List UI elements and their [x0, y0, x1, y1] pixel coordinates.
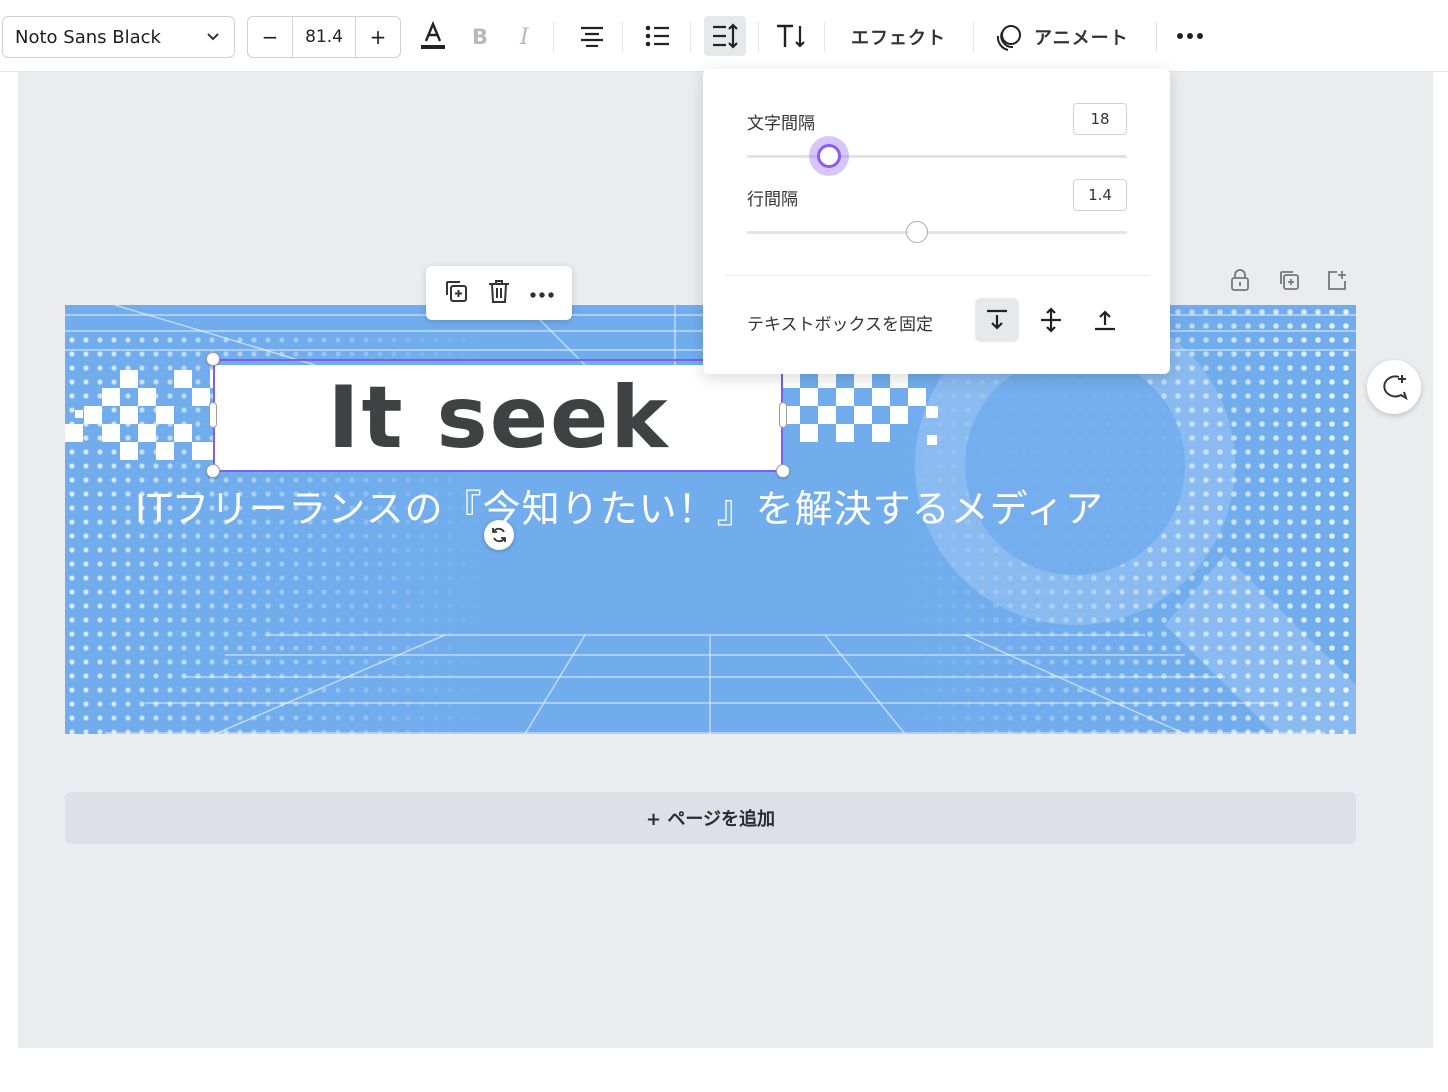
letter-spacing-label: 文字間隔: [747, 114, 815, 134]
font-size-input[interactable]: 81.4: [292, 17, 356, 57]
resize-handle-top-left[interactable]: [206, 352, 220, 366]
spacing-popover: 文字間隔 18 行間隔 1.4 テキストボックスを固定: [703, 69, 1170, 374]
rotate-handle[interactable]: [484, 520, 514, 550]
anchor-middle-icon: [1041, 307, 1061, 333]
font-family-value: Noto Sans Black: [15, 26, 161, 48]
add-page-tool-button[interactable]: [1323, 266, 1351, 294]
line-spacing-icon: [713, 23, 738, 49]
spacing-button[interactable]: [704, 16, 746, 56]
text-transform-button[interactable]: [772, 18, 808, 54]
letter-spacing-input[interactable]: 18: [1073, 103, 1127, 135]
duplicate-icon: [1280, 271, 1299, 290]
toolbar-divider: [1156, 22, 1157, 52]
letter-spacing-slider-handle[interactable]: [817, 144, 841, 168]
align-center-icon: [581, 26, 603, 47]
duplicate-icon: [446, 281, 467, 302]
toolbar-divider: [553, 22, 554, 52]
line-spacing-slider-track[interactable]: [747, 231, 1127, 234]
anchor-middle-button[interactable]: [1029, 298, 1073, 342]
font-size-increase-button[interactable]: +: [356, 17, 400, 57]
line-spacing-slider-handle[interactable]: [906, 221, 928, 243]
bold-button[interactable]: B: [462, 18, 498, 54]
element-more-button[interactable]: [529, 284, 555, 303]
chevron-down-icon: [207, 33, 219, 41]
editor-toolbar: Noto Sans Black − 81.4 + B I エフェクト アニメート: [0, 0, 1448, 72]
text-transform-icon: [777, 24, 805, 48]
rotate-icon: [492, 527, 506, 543]
resize-handle-bottom-left[interactable]: [206, 464, 220, 478]
anchor-top-icon: [987, 309, 1007, 330]
more-horizontal-icon: [1177, 33, 1203, 39]
svg-text:I: I: [519, 25, 530, 48]
toolbar-divider: [690, 22, 691, 52]
bold-icon: B: [472, 25, 488, 48]
duplicate-page-button[interactable]: [1275, 266, 1303, 294]
text-color-icon: [421, 21, 445, 49]
animate-label: アニメート: [1034, 28, 1129, 49]
font-size-control: − 81.4 +: [247, 16, 401, 58]
anchor-top-button[interactable]: [975, 298, 1019, 342]
line-spacing-label: 行間隔: [747, 190, 798, 210]
resize-handle-right[interactable]: [779, 402, 787, 428]
line-spacing-input[interactable]: 1.4: [1073, 179, 1127, 211]
toolbar-divider: [622, 22, 623, 52]
popover-divider: [725, 275, 1148, 276]
more-options-button[interactable]: [1172, 18, 1208, 54]
animate-button[interactable]: アニメート: [994, 22, 1129, 52]
add-page-button[interactable]: + ページを追加: [65, 792, 1356, 844]
add-comment-icon: [1383, 375, 1408, 401]
add-comment-button[interactable]: [1367, 360, 1421, 414]
add-page-icon: [1328, 271, 1346, 290]
text-color-button[interactable]: [415, 18, 451, 54]
align-center-button[interactable]: [574, 18, 610, 54]
fix-textbox-label: テキストボックスを固定: [747, 315, 933, 335]
font-family-select[interactable]: Noto Sans Black: [2, 16, 235, 58]
italic-icon: I: [519, 25, 530, 48]
toolbar-divider: [973, 22, 974, 52]
svg-text:B: B: [472, 25, 488, 48]
selection-frame: [213, 359, 783, 472]
anchor-bottom-button[interactable]: [1083, 298, 1127, 342]
toolbar-divider: [824, 22, 825, 52]
toolbar-divider: [758, 22, 759, 52]
bullet-list-button[interactable]: [640, 18, 676, 54]
letter-spacing-slider-track[interactable]: [747, 155, 1127, 158]
font-size-decrease-button[interactable]: −: [248, 17, 292, 57]
delete-element-button[interactable]: [487, 278, 511, 308]
anchor-bottom-icon: [1095, 310, 1115, 331]
resize-handle-bottom-right[interactable]: [776, 464, 790, 478]
lock-icon: [1231, 269, 1249, 291]
element-floating-toolbar: [426, 266, 572, 320]
bullet-list-icon: [645, 25, 669, 47]
subtitle-text[interactable]: ITフリーランスの『今知りたい！』を解決するメディア: [135, 478, 1104, 533]
resize-handle-left[interactable]: [209, 402, 217, 428]
italic-button[interactable]: I: [508, 18, 544, 54]
duplicate-element-button[interactable]: [443, 278, 469, 308]
lock-page-button[interactable]: [1226, 266, 1254, 294]
trash-icon: [489, 280, 509, 303]
animate-icon: [996, 25, 1021, 51]
more-horizontal-icon: [530, 291, 554, 298]
effects-button[interactable]: エフェクト: [851, 22, 946, 52]
